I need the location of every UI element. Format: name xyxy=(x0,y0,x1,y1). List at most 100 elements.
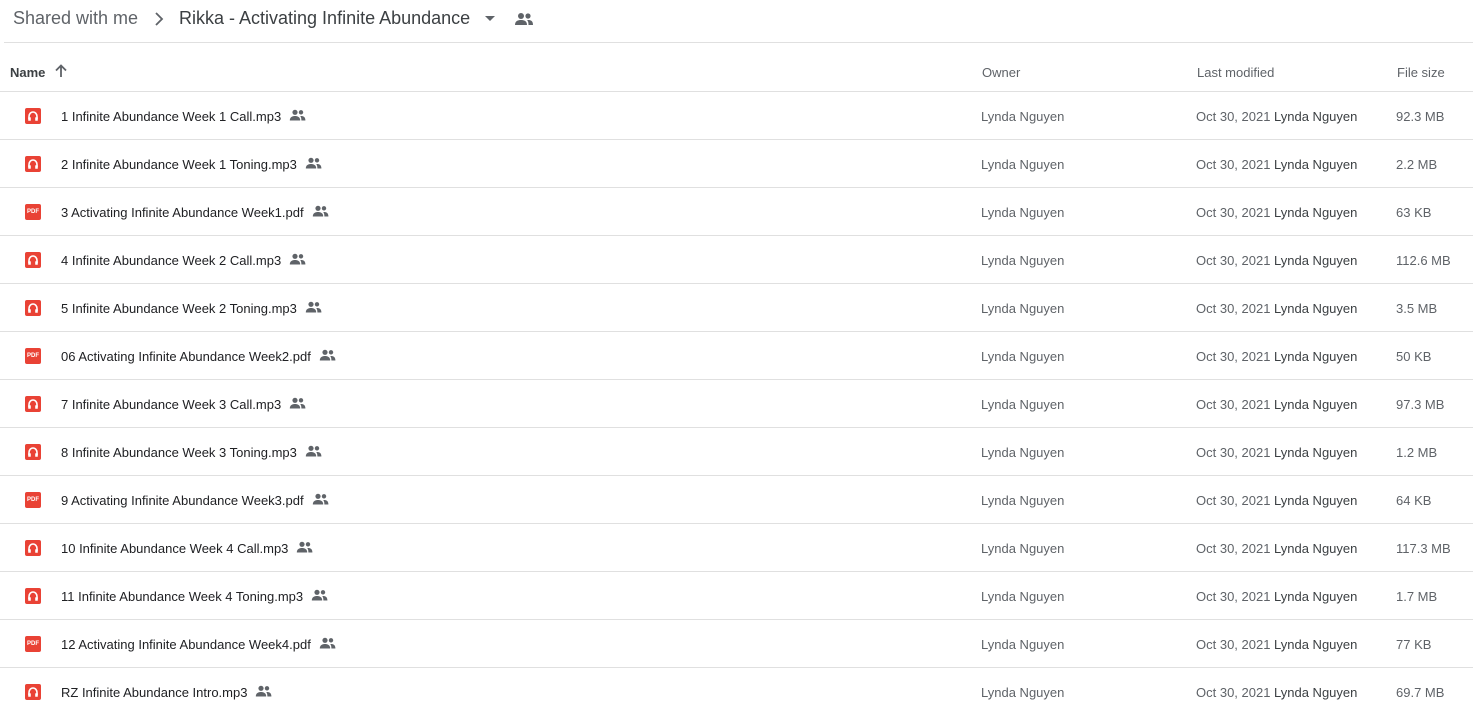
file-row[interactable]: 5 Infinite Abundance Week 2 Toning.mp3 Ly… xyxy=(0,284,1473,332)
file-owner: Lynda Nguyen xyxy=(981,301,1065,316)
headphones-icon xyxy=(25,444,41,460)
file-modified-date: Oct 30, 2021 xyxy=(1196,685,1271,700)
file-modified-by: Lynda Nguyen xyxy=(1274,397,1358,412)
file-name-text: 7 Infinite Abundance Week 3 Call.mp3 xyxy=(61,397,282,412)
column-header-file-size[interactable]: File size xyxy=(1397,65,1445,80)
file-row[interactable]: PDF 3 Activating Infinite Abundance Week1… xyxy=(0,188,1473,236)
headphones-icon xyxy=(25,540,41,556)
people-icon xyxy=(305,301,322,312)
file-size: 2.2 MB xyxy=(1396,157,1438,172)
file-owner: Lynda Nguyen xyxy=(981,397,1065,412)
file-modified-date: Oct 30, 2021 xyxy=(1196,493,1271,508)
file-row[interactable]: 7 Infinite Abundance Week 3 Call.mp3 Lynd… xyxy=(0,380,1473,428)
file-modified-date: Oct 30, 2021 xyxy=(1196,157,1271,172)
file-modified-by: Lynda Nguyen xyxy=(1274,205,1358,220)
file-row[interactable]: 2 Infinite Abundance Week 1 Toning.mp3 Ly… xyxy=(0,140,1473,188)
pdf-icon: PDF xyxy=(25,636,41,652)
people-icon xyxy=(305,157,322,168)
pdf-icon: PDF xyxy=(25,204,41,220)
pdf-icon: PDF xyxy=(25,348,41,364)
file-name-text: 2 Infinite Abundance Week 1 Toning.mp3 xyxy=(61,157,297,172)
file-name-text: 11 Infinite Abundance Week 4 Toning.mp3 xyxy=(61,589,304,604)
file-row[interactable]: 1 Infinite Abundance Week 1 Call.mp3 Lynd… xyxy=(0,92,1473,140)
file-modified-by: Lynda Nguyen xyxy=(1274,301,1358,316)
file-name-text: 9 Activating Infinite Abundance Week3.pd… xyxy=(61,493,304,508)
file-modified-date: Oct 30, 2021 xyxy=(1196,349,1271,364)
pdf-icon: PDF xyxy=(25,492,41,508)
file-name-text: 12 Activating Infinite Abundance Week4.p… xyxy=(61,637,311,652)
file-modified-date: Oct 30, 2021 xyxy=(1196,445,1271,460)
file-owner: Lynda Nguyen xyxy=(981,589,1065,604)
file-name[interactable]: RZ Infinite Abundance Intro.mp3 xyxy=(61,685,272,700)
column-header-row: Name Owner Last modified File size xyxy=(0,43,1473,92)
file-owner: Lynda Nguyen xyxy=(981,685,1065,700)
file-modified-by: Lynda Nguyen xyxy=(1274,253,1358,268)
file-owner: Lynda Nguyen xyxy=(981,205,1065,220)
arrow-up-icon[interactable] xyxy=(54,63,68,79)
file-modified-date: Oct 30, 2021 xyxy=(1196,205,1271,220)
file-modified-by: Lynda Nguyen xyxy=(1274,109,1358,124)
file-size: 97.3 MB xyxy=(1396,397,1445,412)
file-modified-date: Oct 30, 2021 xyxy=(1196,541,1271,556)
file-name[interactable]: 5 Infinite Abundance Week 2 Toning.mp3 xyxy=(61,301,322,316)
file-name[interactable]: 11 Infinite Abundance Week 4 Toning.mp3 xyxy=(61,589,328,604)
breadcrumb-current-folder[interactable]: Rikka - Activating Infinite Abundance xyxy=(179,8,470,29)
column-header-owner[interactable]: Owner xyxy=(982,65,1020,80)
file-size: 1.7 MB xyxy=(1396,589,1438,604)
headphones-icon xyxy=(25,252,41,268)
people-icon xyxy=(256,685,272,696)
file-row[interactable]: 8 Infinite Abundance Week 3 Toning.mp3 Ly… xyxy=(0,428,1473,476)
file-owner: Lynda Nguyen xyxy=(981,445,1065,460)
file-name[interactable]: 8 Infinite Abundance Week 3 Toning.mp3 xyxy=(61,445,322,460)
people-icon xyxy=(289,109,306,120)
file-modified-date: Oct 30, 2021 xyxy=(1196,589,1271,604)
people-icon[interactable] xyxy=(514,12,534,26)
file-size: 3.5 MB xyxy=(1396,301,1438,316)
file-owner: Lynda Nguyen xyxy=(981,541,1065,556)
file-row[interactable]: 4 Infinite Abundance Week 2 Call.mp3 Lynd… xyxy=(0,236,1473,284)
people-icon xyxy=(319,349,336,360)
breadcrumb-shared-with-me[interactable]: Shared with me xyxy=(13,8,138,29)
file-modified-date: Oct 30, 2021 xyxy=(1196,253,1271,268)
file-size: 1.2 MB xyxy=(1396,445,1438,460)
breadcrumb: Shared with me Rikka - Activating Infini… xyxy=(0,0,1473,42)
file-name[interactable]: 7 Infinite Abundance Week 3 Call.mp3 xyxy=(61,397,306,412)
file-modified-date: Oct 30, 2021 xyxy=(1196,637,1271,652)
headphones-icon xyxy=(25,684,41,700)
file-name[interactable]: 12 Activating Infinite Abundance Week4.p… xyxy=(61,637,336,652)
file-row[interactable]: PDF 9 Activating Infinite Abundance Week3… xyxy=(0,476,1473,524)
file-name[interactable]: 10 Infinite Abundance Week 4 Call.mp3 xyxy=(61,541,313,556)
file-name[interactable]: 06 Activating Infinite Abundance Week2.p… xyxy=(61,349,336,364)
file-modified-by: Lynda Nguyen xyxy=(1274,493,1358,508)
headphones-icon xyxy=(25,396,41,412)
column-header-name[interactable]: Name xyxy=(10,65,45,80)
file-name[interactable]: 4 Infinite Abundance Week 2 Call.mp3 xyxy=(61,253,306,268)
file-row[interactable]: RZ Infinite Abundance Intro.mp3 Lynda Ngu… xyxy=(0,668,1473,715)
headphones-icon xyxy=(25,588,41,604)
file-row[interactable]: 10 Infinite Abundance Week 4 Call.mp3 Lyn… xyxy=(0,524,1473,572)
file-size: 92.3 MB xyxy=(1396,109,1445,124)
file-size: 69.7 MB xyxy=(1396,685,1445,700)
file-modified-by: Lynda Nguyen xyxy=(1274,445,1358,460)
file-row[interactable]: 11 Infinite Abundance Week 4 Toning.mp3 L… xyxy=(0,572,1473,620)
file-modified-date: Oct 30, 2021 xyxy=(1196,301,1271,316)
people-icon xyxy=(289,253,306,264)
file-owner: Lynda Nguyen xyxy=(981,349,1065,364)
file-name[interactable]: 2 Infinite Abundance Week 1 Toning.mp3 xyxy=(61,157,322,172)
file-name[interactable]: 1 Infinite Abundance Week 1 Call.mp3 xyxy=(61,109,306,124)
file-modified-by: Lynda Nguyen xyxy=(1274,541,1358,556)
file-modified-by: Lynda Nguyen xyxy=(1274,637,1358,652)
column-header-last-modified[interactable]: Last modified xyxy=(1197,65,1274,80)
people-icon xyxy=(311,589,328,600)
people-icon xyxy=(319,637,336,648)
file-modified-by: Lynda Nguyen xyxy=(1274,589,1358,604)
file-row[interactable]: PDF 06 Activating Infinite Abundance Week… xyxy=(0,332,1473,380)
file-size: 77 KB xyxy=(1396,637,1432,652)
headphones-icon xyxy=(25,108,41,124)
caret-down-icon[interactable] xyxy=(484,15,496,23)
file-size: 112.6 MB xyxy=(1396,253,1451,268)
file-row[interactable]: PDF 12 Activating Infinite Abundance Week… xyxy=(0,620,1473,668)
file-name-text: 5 Infinite Abundance Week 2 Toning.mp3 xyxy=(61,301,297,316)
file-name[interactable]: 3 Activating Infinite Abundance Week1.pd… xyxy=(61,205,329,220)
file-name[interactable]: 9 Activating Infinite Abundance Week3.pd… xyxy=(61,493,329,508)
